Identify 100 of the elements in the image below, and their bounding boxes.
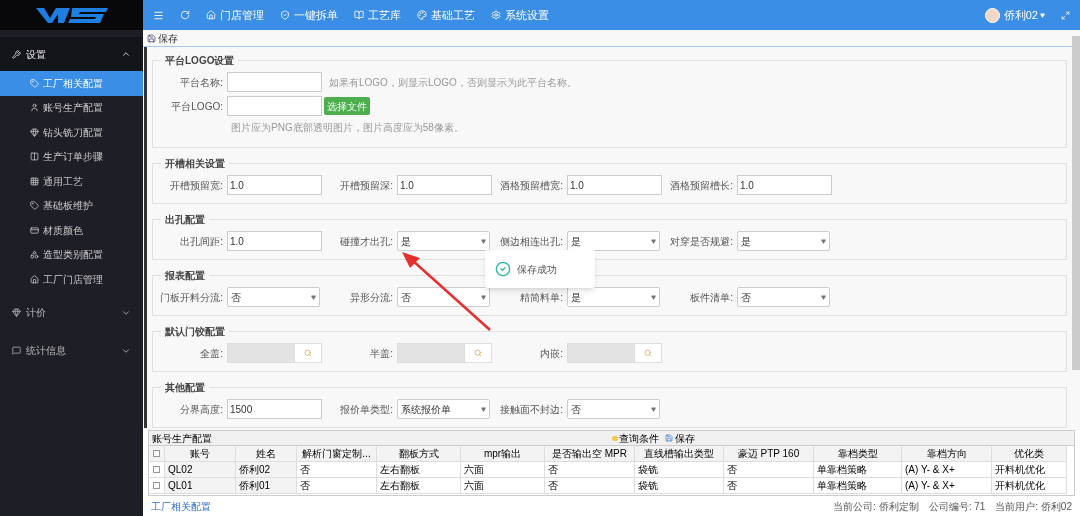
field-label: 对穿是否规避:: [669, 234, 734, 249]
caret-icon: [821, 294, 826, 300]
field-label: 分界高度:: [179, 402, 224, 417]
sidebar-item[interactable]: 基础板维护: [0, 193, 143, 218]
column-header[interactable]: 姓名: [236, 446, 297, 462]
sidebar-group[interactable]: 设置: [0, 37, 143, 71]
table-cell: 左右翻板: [377, 478, 461, 494]
caret-icon: [481, 294, 486, 300]
company-text: 当前公司: 侨利定制: [833, 499, 919, 514]
toast: 保存成功: [485, 250, 595, 288]
table-cell: 否: [297, 478, 377, 494]
sidebar-item[interactable]: 材质颜色: [0, 218, 143, 243]
sidebar-item[interactable]: 通用工艺: [0, 169, 143, 194]
fullscreen-icon[interactable]: [1061, 10, 1070, 20]
field-label: 出孔间距:: [179, 234, 224, 249]
query-button[interactable]: 查询条件: [612, 430, 659, 446]
table-cell: 六面: [461, 462, 545, 478]
table-cell: QL02: [165, 462, 236, 478]
caret-icon: [1040, 12, 1045, 18]
chevron-up-icon: [121, 49, 131, 59]
lookup-field[interactable]: [567, 343, 662, 363]
field-label: 平台LOGO:: [170, 99, 224, 114]
sidebar-item[interactable]: 钻头铣刀配置: [0, 120, 143, 145]
column-header[interactable]: 是否输出空 MPR: [545, 446, 635, 462]
column-header[interactable]: 直线槽输出类型: [635, 446, 724, 462]
section-title: 其他配置: [164, 381, 206, 395]
refresh-icon[interactable]: [180, 10, 190, 20]
lookup-field[interactable]: [227, 343, 322, 363]
search-icon: [304, 349, 312, 357]
file-field[interactable]: [227, 96, 322, 116]
field-label: 开槽预留深:: [339, 178, 394, 193]
table-cell: 袋铣: [635, 462, 724, 478]
column-header[interactable]: 豪迈 PTP 160: [724, 446, 814, 462]
chat-icon: [12, 346, 21, 355]
breadcrumb-link[interactable]: 工厂相关配置: [151, 498, 211, 514]
select-field[interactable]: 是: [567, 231, 660, 251]
card-icon: [30, 225, 39, 235]
text-field[interactable]: 1.0: [227, 175, 322, 195]
note-text: 图片应为PNG底部透明图片，图片高度应为58像素。: [230, 121, 465, 135]
home-icon: [30, 274, 39, 284]
select-field[interactable]: 是: [737, 231, 830, 251]
table-cell: 否: [724, 478, 814, 494]
select-field[interactable]: 否: [397, 287, 490, 307]
column-header[interactable]: 翻板方式: [377, 446, 461, 462]
table-cell: 侨利02: [236, 462, 297, 478]
avatar: [984, 7, 1000, 23]
gem-icon: [12, 308, 21, 317]
caret-icon: [651, 238, 656, 244]
sidebar-item[interactable]: 工厂门店管理: [0, 267, 143, 292]
row-checkbox[interactable]: [153, 482, 160, 489]
section-title: 开槽相关设置: [164, 157, 226, 171]
select-field[interactable]: 否: [737, 287, 830, 307]
table-cell: 六面: [461, 478, 545, 494]
text-field[interactable]: [227, 72, 322, 92]
column-header[interactable]: 解析门窗定制...: [297, 446, 377, 462]
columns-icon: [30, 152, 39, 162]
column-header[interactable]: 靠档类型: [814, 446, 902, 462]
wrench-icon: [12, 49, 21, 59]
text-field[interactable]: 1.0: [737, 175, 832, 195]
column-header[interactable]: 优化类: [992, 446, 1067, 462]
text-field[interactable]: 1500: [227, 399, 322, 419]
sidebar-item[interactable]: 造型类别配置: [0, 242, 143, 267]
table-save-button[interactable]: 保存: [665, 430, 695, 446]
user-icon: [30, 103, 39, 113]
column-header[interactable]: 靠档方向: [902, 446, 992, 462]
field-label: 平台名称:: [179, 75, 224, 90]
shield-icon: [280, 10, 290, 20]
sidebar-group[interactable]: 统计信息: [0, 333, 143, 368]
table-cell: 开料机优化: [992, 478, 1067, 494]
field-label: 酒格预留槽宽:: [499, 178, 564, 193]
field-label: 碰撞才出孔:: [339, 234, 394, 249]
select-field[interactable]: 否: [567, 399, 660, 419]
table-cell: (A) Y- & X+: [902, 478, 992, 494]
column-header[interactable]: 账号: [165, 446, 236, 462]
column-header[interactable]: mpr输出: [461, 446, 545, 462]
text-field[interactable]: 1.0: [227, 231, 322, 251]
lookup-field[interactable]: [397, 343, 492, 363]
select-field[interactable]: 系统报价单: [397, 399, 490, 419]
table-cell: 开料机优化: [992, 462, 1067, 478]
select-field[interactable]: 否: [227, 287, 320, 307]
row-checkbox[interactable]: [153, 466, 160, 473]
section-title: 出孔配置: [164, 213, 206, 227]
select-field[interactable]: 是: [567, 287, 660, 307]
text-field[interactable]: 1.0: [567, 175, 662, 195]
save-button[interactable]: 保存: [147, 30, 178, 46]
save-icon: [665, 434, 673, 442]
tag-icon: [30, 78, 39, 88]
sidebar-group[interactable]: 计价: [0, 295, 143, 330]
sidebar-item[interactable]: 账号生产配置: [0, 95, 143, 120]
field-label: 开槽预留宽:: [169, 178, 224, 193]
menu-icon[interactable]: [153, 9, 164, 21]
settings-icon: [491, 10, 501, 20]
current-user-text: 当前用户: 侨利02: [995, 499, 1072, 514]
sidebar-item[interactable]: 生产订单步骤: [0, 144, 143, 169]
table-cell: 否: [724, 462, 814, 478]
field-label: 侧边相连出孔:: [499, 234, 564, 249]
select-field[interactable]: 是: [397, 231, 490, 251]
text-field[interactable]: 1.0: [397, 175, 492, 195]
select-all-checkbox[interactable]: [153, 450, 160, 457]
field-label: 报价单类型:: [339, 402, 394, 417]
